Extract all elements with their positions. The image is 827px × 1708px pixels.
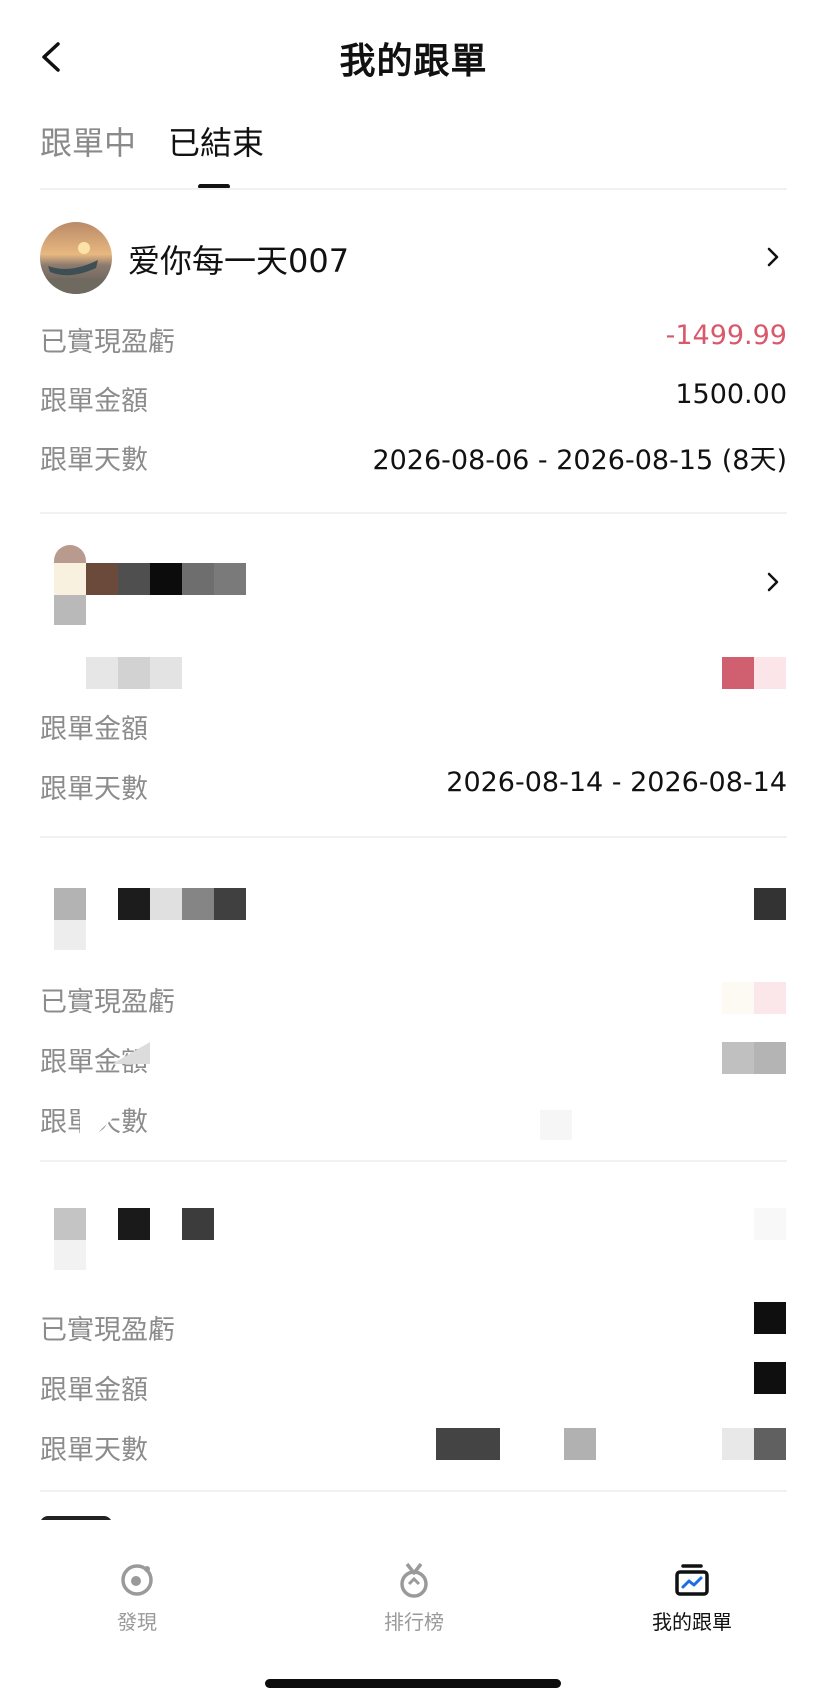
trader-name[interactable]: 爱你每一天007 (128, 236, 349, 282)
duration-label: 跟單天數 (40, 1435, 148, 1466)
duration-label: 跟單天數 (40, 774, 148, 805)
avatar (40, 222, 112, 294)
chevron-right-icon[interactable] (765, 244, 781, 270)
my-copy-trade-icon (672, 1560, 712, 1600)
tab-ended[interactable]: 已結束 (168, 118, 264, 164)
copy-trade-card[interactable]: 爱你每一天007 已實現盈虧 -1499.99 跟單金額 1500.00 跟單天… (40, 222, 787, 482)
duration-label: 跟單天數 (40, 445, 148, 476)
home-indicator (265, 1679, 561, 1688)
divider (40, 836, 787, 838)
nav-label: 排行榜 (384, 1610, 444, 1634)
nav-ranking[interactable]: 排行榜 (324, 1560, 504, 1635)
nav-my-copy-trades[interactable]: 我的跟單 (602, 1560, 782, 1635)
ranking-medal-icon (394, 1560, 434, 1600)
divider (40, 1160, 787, 1162)
copy-trade-card[interactable]: 已實現盈虧 跟單金額 跟單天數 (40, 1190, 787, 1490)
pnl-label: 已實現盈虧 (40, 987, 175, 1018)
nav-label: 我的跟單 (652, 1610, 732, 1634)
amount-label: 跟單金額 (40, 386, 148, 417)
chevron-right-icon[interactable] (765, 569, 781, 595)
amount-label: 跟單金額 (40, 1375, 148, 1406)
copy-trade-card[interactable]: 已實現盈虧 跟單金額 跟單天數 (40, 870, 787, 1160)
duration-value: 2026-08-06 - 2026-08-15 (8天) (372, 445, 787, 476)
tab-ongoing[interactable]: 跟單中 (40, 118, 136, 164)
divider (40, 1490, 787, 1492)
pnl-label: 已實現盈虧 (40, 1315, 175, 1346)
duration-value: 2026-08-14 - 2026-08-14 (446, 767, 787, 798)
discover-icon (117, 1560, 157, 1600)
page-title: 我的跟單 (339, 41, 488, 82)
amount-value: 1500.00 (675, 379, 787, 410)
divider (40, 512, 787, 514)
pnl-label: 已實現盈虧 (40, 327, 175, 358)
copy-trade-card[interactable]: 跟單金額 跟單天數 2026-08-14 - 2026-08-14 (40, 545, 787, 825)
nav-label: 發現 (117, 1610, 157, 1634)
divider (40, 188, 787, 190)
pnl-value: -1499.99 (665, 320, 787, 351)
nav-discover[interactable]: 發現 (47, 1560, 227, 1635)
amount-label: 跟單金額 (40, 714, 148, 745)
top-bar: 我的跟單 (0, 0, 827, 110)
